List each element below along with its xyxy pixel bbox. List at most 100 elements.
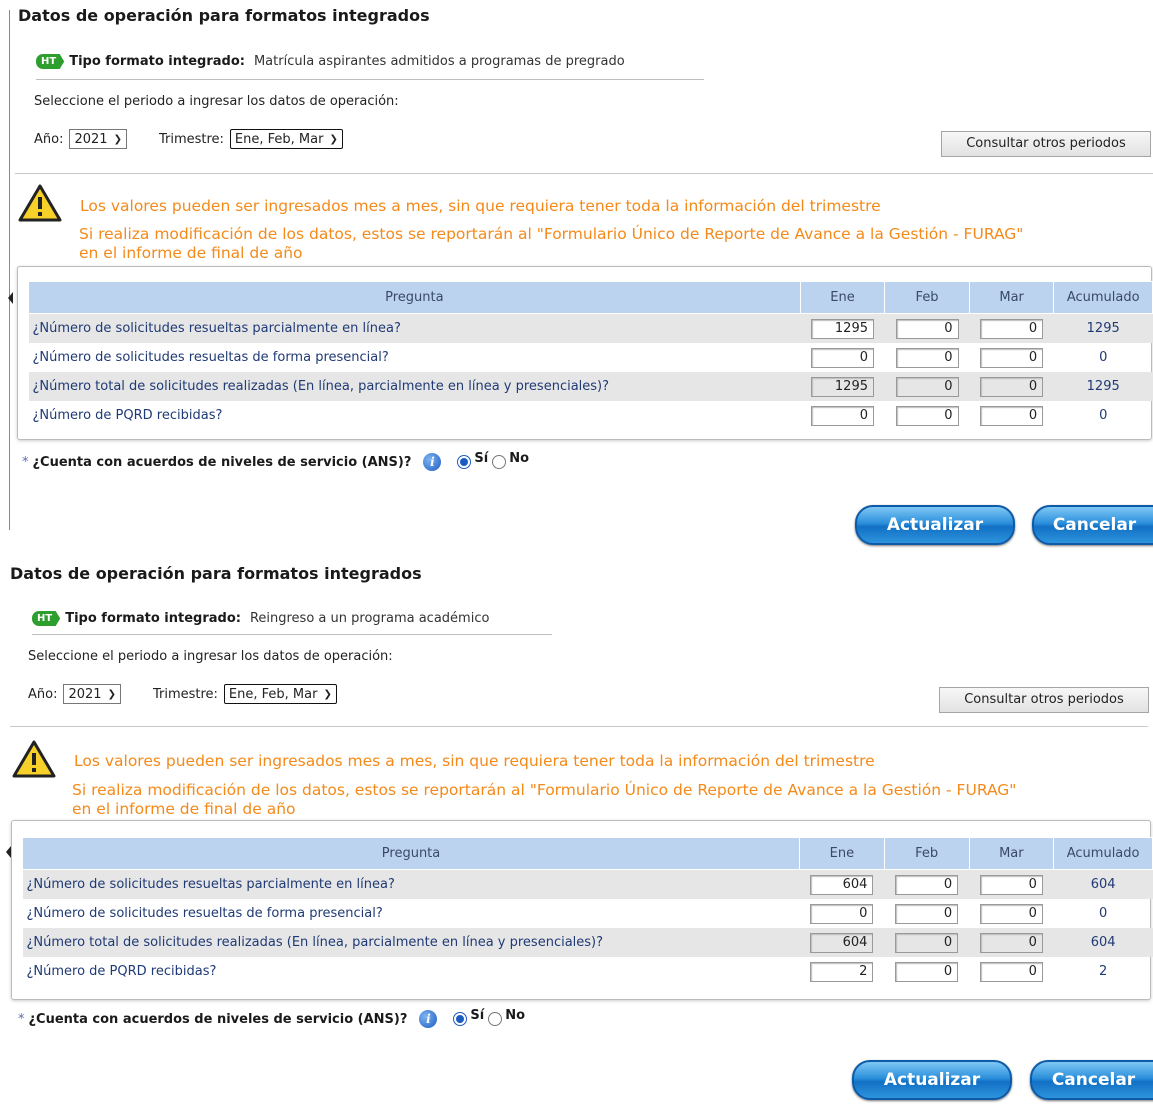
- question-text: ¿Número total de solicitudes realizadas …: [22, 928, 800, 957]
- ene-input[interactable]: 0: [810, 903, 874, 924]
- warning-furag-line1: Si realiza modificación de los datos, es…: [72, 781, 1017, 799]
- ans-question-row: * ¿Cuenta con acuerdos de niveles de ser…: [18, 1007, 525, 1028]
- radio-no[interactable]: [488, 1012, 503, 1026]
- accumulated-value: 1295: [1053, 313, 1153, 343]
- feb-input[interactable]: 0: [895, 903, 959, 924]
- feb-input[interactable]: 0: [895, 961, 959, 982]
- cancel-button[interactable]: Cancelar: [1030, 1060, 1153, 1100]
- tipo-formato: HT Tipo formato integrado: Matrícula asp…: [36, 54, 625, 69]
- mar-input[interactable]: 0: [979, 961, 1043, 982]
- year-label: Año:: [28, 686, 58, 702]
- cancel-button[interactable]: Cancelar: [1032, 505, 1153, 545]
- accumulated-value: 0: [1099, 408, 1108, 423]
- mar-readonly: 0: [979, 932, 1043, 953]
- ht-badge-icon: HT: [36, 54, 65, 69]
- form-panel-1: Datos de operación para formatos integra…: [0, 0, 1153, 549]
- tipo-formato-label: Tipo formato integrado:: [69, 54, 245, 69]
- mar-input[interactable]: 0: [979, 903, 1043, 924]
- info-icon[interactable]: i: [423, 453, 442, 471]
- page-title: Datos de operación para formatos integra…: [10, 564, 422, 583]
- page-title: Datos de operación para formatos integra…: [18, 6, 430, 25]
- period-instruction: Seleccione el periodo a ingresar los dat…: [28, 649, 393, 664]
- period-selectors: Año: 2021 ❯ Trimestre: Ene, Feb, Mar ❯: [34, 129, 343, 149]
- period-selectors: Año: 2021 ❯ Trimestre: Ene, Feb, Mar ❯: [28, 684, 337, 704]
- question-text: ¿Número de solicitudes resueltas de form…: [26, 906, 383, 921]
- consult-periods-button[interactable]: Consultar otros periodos: [941, 131, 1151, 157]
- ene-input[interactable]: 1295: [811, 318, 874, 339]
- table-row: ¿Número de solicitudes resueltas parcial…: [22, 869, 1153, 899]
- feb-input[interactable]: 0: [895, 347, 959, 368]
- left-border: [9, 10, 10, 530]
- ene-input[interactable]: 0: [811, 347, 874, 368]
- tipo-formato-label: Tipo formato integrado:: [65, 611, 241, 626]
- quarter-label: Trimestre:: [158, 131, 224, 147]
- col-ene: Ene: [799, 281, 886, 314]
- table-header: Pregunta Ene Feb Mar Acumulado: [28, 281, 1153, 314]
- divider: [32, 634, 552, 635]
- mar-input[interactable]: 0: [980, 347, 1044, 368]
- year-label: Año:: [34, 131, 64, 147]
- feb-input[interactable]: 0: [895, 405, 959, 426]
- year-select-value: 2021: [68, 686, 102, 702]
- update-button[interactable]: Actualizar: [855, 505, 1015, 545]
- chevron-down-icon: ❯: [323, 688, 332, 700]
- consult-periods-button[interactable]: Consultar otros periodos: [939, 687, 1149, 713]
- question-text: ¿Número de PQRD recibidas?: [32, 408, 223, 423]
- quarter-select[interactable]: Ene, Feb, Mar ❯: [223, 684, 337, 704]
- table-row: ¿Número total de solicitudes realizadas …: [28, 372, 1153, 401]
- warning-furag: Si realiza modificación de los datos, es…: [72, 781, 1152, 819]
- table-row: ¿Número total de solicitudes realizadas …: [22, 928, 1153, 957]
- divider: [15, 173, 1153, 174]
- accumulated-value: 1295: [1053, 372, 1153, 401]
- radio-yes[interactable]: [453, 1012, 468, 1026]
- mar-readonly: 0: [980, 376, 1044, 397]
- table-row: ¿Número de PQRD recibidas? 0 0 0 0: [29, 401, 1153, 430]
- collapse-arrow-icon[interactable]: [8, 292, 13, 304]
- ene-input[interactable]: 2: [810, 961, 874, 982]
- chevron-down-icon: ❯: [107, 688, 116, 700]
- divider: [36, 79, 704, 80]
- feb-readonly: 0: [895, 932, 959, 953]
- period-instruction: Seleccione el periodo a ingresar los dat…: [34, 94, 399, 109]
- quarter-label: Trimestre:: [152, 686, 218, 702]
- accumulated-value: 0: [1099, 350, 1108, 365]
- warning-furag-line2: en el informe de final de año: [79, 244, 303, 262]
- quarter-select[interactable]: Ene, Feb, Mar ❯: [229, 129, 343, 149]
- radio-yes[interactable]: [457, 455, 472, 469]
- question-text: ¿Número de PQRD recibidas?: [26, 964, 217, 979]
- feb-input[interactable]: 0: [895, 874, 959, 895]
- year-select-value: 2021: [74, 131, 108, 147]
- year-select[interactable]: 2021 ❯: [69, 129, 127, 149]
- col-feb: Feb: [884, 281, 970, 314]
- warning-furag-line2: en el informe de final de año: [72, 800, 296, 818]
- update-button[interactable]: Actualizar: [852, 1060, 1012, 1100]
- ene-input[interactable]: 0: [811, 405, 874, 426]
- radio-no[interactable]: [492, 455, 507, 469]
- year-select[interactable]: 2021 ❯: [63, 684, 121, 704]
- question-text: ¿Número de solicitudes resueltas parcial…: [28, 313, 801, 343]
- feb-readonly: 0: [895, 376, 959, 397]
- tipo-formato-value: Reingreso a un programa académico: [249, 611, 490, 626]
- divider: [10, 726, 1148, 727]
- mar-input[interactable]: 0: [980, 318, 1044, 339]
- accumulated-value: 604: [1053, 869, 1153, 899]
- ene-input[interactable]: 604: [810, 874, 874, 895]
- required-marker: *: [22, 454, 29, 470]
- question-text: ¿Número total de solicitudes realizadas …: [28, 372, 801, 401]
- quarter-select-value: Ene, Feb, Mar: [228, 686, 318, 702]
- feb-input[interactable]: 0: [895, 318, 959, 339]
- mar-input[interactable]: 0: [979, 874, 1043, 895]
- col-acumulado: Acumulado: [1053, 837, 1153, 870]
- col-ene: Ene: [799, 837, 885, 870]
- quarter-select-value: Ene, Feb, Mar: [234, 131, 324, 147]
- table-row: ¿Número de solicitudes resueltas parcial…: [28, 313, 1153, 343]
- info-icon[interactable]: i: [419, 1010, 438, 1028]
- chevron-down-icon: ❯: [113, 133, 122, 145]
- radio-no-label: No: [509, 450, 530, 466]
- collapse-arrow-icon[interactable]: [6, 846, 11, 858]
- mar-input[interactable]: 0: [980, 405, 1044, 426]
- table-row: ¿Número de solicitudes resueltas de form…: [29, 343, 1153, 372]
- question-text: ¿Número de solicitudes resueltas de form…: [32, 350, 389, 365]
- ht-badge-icon: HT: [32, 611, 61, 626]
- radio-yes-label: Sí: [470, 1007, 485, 1023]
